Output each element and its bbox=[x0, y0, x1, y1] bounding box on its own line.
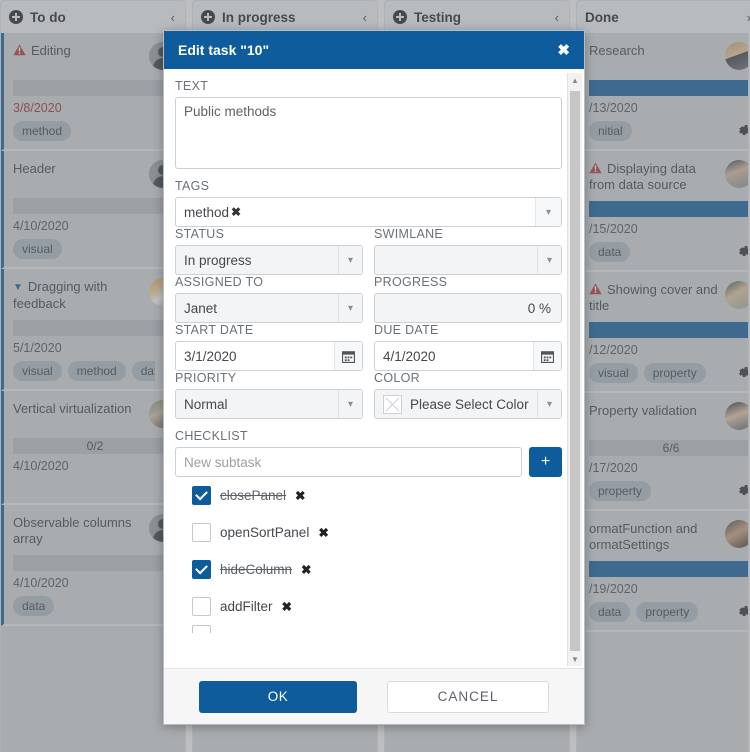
tag-chip-label: method bbox=[184, 204, 230, 220]
dialog-footer: OK CANCEL bbox=[164, 668, 584, 724]
edit-task-dialog: Edit task "10" ✖ TEXT Public methods TAG… bbox=[163, 30, 585, 725]
status-value: In progress bbox=[184, 252, 252, 268]
tag-remove-icon[interactable]: ✖ bbox=[231, 205, 241, 219]
scrollbar-thumb[interactable] bbox=[570, 91, 580, 651]
checklist-item-label: closePanel bbox=[220, 488, 287, 503]
checklist-item[interactable]: hideColumn ✖ bbox=[175, 551, 562, 588]
status-field-label: STATUS bbox=[175, 227, 225, 241]
checklist-item[interactable]: openSortPanel ✖ bbox=[175, 514, 562, 551]
checklist-field-label: CHECKLIST bbox=[175, 429, 248, 443]
scroll-up-icon[interactable]: ▲ bbox=[568, 73, 582, 87]
dialog-scrollbar[interactable]: ▲ ▼ bbox=[567, 73, 582, 666]
progress-input[interactable]: 0 % bbox=[374, 293, 562, 323]
calendar-icon[interactable] bbox=[533, 342, 561, 370]
swimlane-field-label: SWIMLANE bbox=[374, 227, 444, 241]
due-date-input[interactable]: 4/1/2020 bbox=[374, 341, 562, 371]
text-input[interactable]: Public methods bbox=[175, 97, 562, 169]
progress-field-label: PROGRESS bbox=[374, 275, 448, 289]
remove-icon[interactable]: ✖ bbox=[282, 599, 292, 614]
priority-field-label: PRIORITY bbox=[175, 371, 237, 385]
dialog-header: Edit task "10" ✖ bbox=[164, 31, 584, 69]
chevron-down-icon[interactable]: ▾ bbox=[535, 198, 561, 226]
checkbox[interactable] bbox=[192, 625, 211, 633]
start-date-value: 3/1/2020 bbox=[184, 348, 237, 364]
checklist-item-label: hideColumn bbox=[220, 562, 293, 577]
checkbox[interactable] bbox=[192, 597, 211, 616]
checklist-item[interactable]: addFilter ✖ bbox=[175, 588, 562, 625]
checkbox[interactable] bbox=[192, 523, 211, 542]
color-field-label: COLOR bbox=[374, 371, 420, 385]
checkbox[interactable] bbox=[192, 560, 211, 579]
tag-chip-list: method ✖ bbox=[184, 205, 535, 220]
assigned-to-select[interactable]: Janet ▾ bbox=[175, 293, 363, 323]
dialog-title: Edit task "10" bbox=[178, 42, 270, 58]
assigned-to-field-label: ASSIGNED TO bbox=[175, 275, 264, 289]
calendar-icon[interactable] bbox=[334, 342, 362, 370]
swimlane-select[interactable]: ▾ bbox=[374, 245, 562, 275]
remove-icon[interactable]: ✖ bbox=[295, 488, 305, 503]
checklist-items: closePanel ✖ openSortPanel ✖ hideColumn ✖ addF… bbox=[175, 477, 562, 625]
ok-button[interactable]: OK bbox=[199, 680, 357, 713]
due-date-value: 4/1/2020 bbox=[383, 348, 436, 364]
checkbox[interactable] bbox=[192, 486, 211, 505]
checklist-item[interactable]: closePanel ✖ bbox=[175, 477, 562, 514]
checklist-item-partial[interactable] bbox=[175, 625, 562, 633]
remove-icon[interactable]: ✖ bbox=[301, 562, 311, 577]
chevron-down-icon[interactable]: ▾ bbox=[338, 390, 362, 418]
chevron-down-icon[interactable]: ▾ bbox=[537, 390, 561, 418]
start-date-input[interactable]: 3/1/2020 bbox=[175, 341, 363, 371]
scroll-down-icon[interactable]: ▼ bbox=[568, 652, 582, 666]
tags-field-label: TAGS bbox=[175, 179, 210, 193]
priority-select[interactable]: Normal ▾ bbox=[175, 389, 363, 419]
close-icon[interactable]: ✖ bbox=[557, 43, 570, 58]
assigned-to-value: Janet bbox=[184, 300, 218, 316]
text-field-label: TEXT bbox=[175, 79, 209, 93]
cancel-button[interactable]: CANCEL bbox=[387, 680, 549, 713]
checklist-item-label: openSortPanel bbox=[220, 525, 310, 540]
tags-input[interactable]: method ✖ ▾ bbox=[175, 197, 562, 227]
start-date-field-label: START DATE bbox=[175, 323, 254, 337]
chevron-down-icon[interactable]: ▾ bbox=[537, 246, 561, 274]
checklist-add-row: New subtask + bbox=[175, 447, 562, 477]
dialog-body: TEXT Public methods TAGS method ✖ ▾ STATU… bbox=[164, 69, 584, 668]
due-date-field-label: DUE DATE bbox=[374, 323, 439, 337]
color-select[interactable]: Please Select Color ▾ bbox=[374, 389, 562, 419]
checklist-item-label: addFilter bbox=[220, 599, 273, 614]
chevron-down-icon[interactable]: ▾ bbox=[338, 294, 362, 322]
color-swatch-icon bbox=[383, 394, 402, 414]
remove-icon[interactable]: ✖ bbox=[318, 525, 328, 540]
status-select[interactable]: In progress ▾ bbox=[175, 245, 363, 275]
chevron-down-icon[interactable]: ▾ bbox=[338, 246, 362, 274]
priority-value: Normal bbox=[184, 396, 228, 412]
add-subtask-button[interactable]: + bbox=[529, 447, 562, 477]
new-subtask-input[interactable]: New subtask bbox=[175, 447, 522, 477]
color-value: Please Select Color bbox=[410, 396, 529, 412]
